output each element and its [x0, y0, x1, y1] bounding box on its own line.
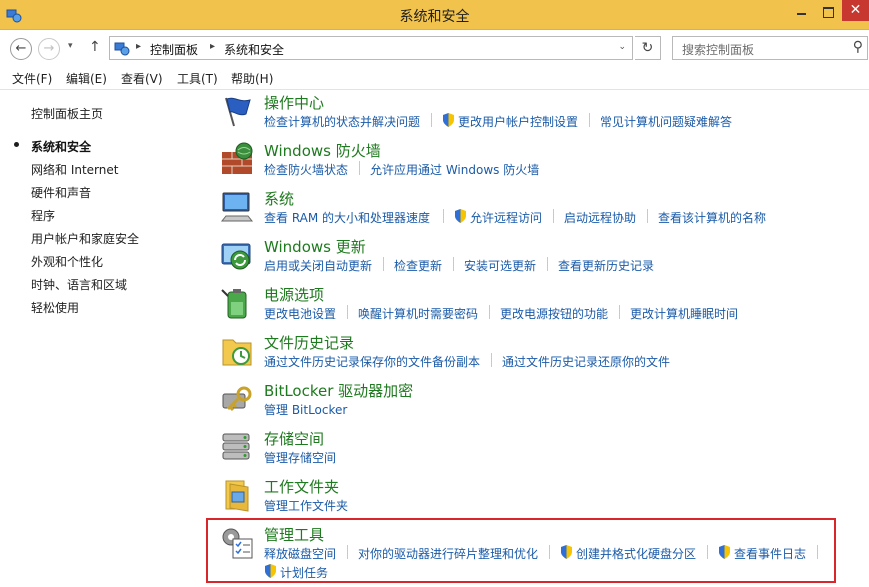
- windows-update-icon[interactable]: [220, 238, 254, 272]
- action-center-flag-icon[interactable]: [220, 94, 254, 128]
- sidebar-item-network[interactable]: 网络和 Internet: [31, 161, 118, 178]
- menu-help[interactable]: 帮助(H): [231, 70, 273, 87]
- sidebar-item-appearance[interactable]: 外观和个性化: [31, 253, 103, 270]
- link-view-ram[interactable]: 查看 RAM 的大小和处理器速度: [264, 209, 430, 226]
- control-panel-icon: [114, 42, 130, 56]
- link-change-uac[interactable]: 更改用户帐户控制设置: [458, 113, 578, 130]
- category-title-power[interactable]: 电源选项: [264, 284, 324, 305]
- forward-button[interactable]: →: [38, 38, 60, 60]
- link-separator: [383, 257, 384, 271]
- link-remote-assistance[interactable]: 启动远程协助: [564, 209, 636, 226]
- link-computer-name[interactable]: 查看该计算机的名称: [658, 209, 766, 226]
- link-troubleshoot[interactable]: 常见计算机问题疑难解答: [600, 113, 732, 130]
- link-backup-files[interactable]: 通过文件历史记录保存你的文件备份副本: [264, 353, 480, 370]
- breadcrumb-system-security[interactable]: 系统和安全: [224, 41, 284, 58]
- link-update-history[interactable]: 查看更新历史记录: [558, 257, 654, 274]
- uac-shield-icon: [455, 209, 466, 223]
- link-wake-password[interactable]: 唤醒计算机时需要密码: [358, 305, 478, 322]
- search-box[interactable]: 搜索控制面板 ⚲: [672, 36, 868, 60]
- link-check-firewall[interactable]: 检查防火墙状态: [264, 161, 348, 178]
- address-bar[interactable]: ▸ 控制面板 ▸ 系统和安全 ⌄: [109, 36, 633, 60]
- menu-view[interactable]: 查看(V): [121, 70, 163, 87]
- highlight-box-admin-tools: [206, 518, 836, 583]
- category-title-system[interactable]: 系统: [264, 188, 294, 209]
- link-allow-app-firewall[interactable]: 允许应用通过 Windows 防火墙: [370, 161, 539, 178]
- close-button[interactable]: ✕: [842, 0, 869, 21]
- sidebar-item-clock-region[interactable]: 时钟、语言和区域: [31, 276, 127, 293]
- sidebar-home[interactable]: 控制面板主页: [31, 105, 103, 122]
- navigation-bar: ← → ▾ ↑ ▸ 控制面板 ▸ 系统和安全 ⌄ ↻ 搜索控制面板 ⚲: [0, 30, 869, 66]
- link-battery-settings[interactable]: 更改电池设置: [264, 305, 336, 322]
- back-button[interactable]: ←: [10, 38, 32, 60]
- up-button[interactable]: ↑: [89, 39, 101, 55]
- sidebar-item-user-accounts[interactable]: 用户帐户和家庭安全: [31, 230, 139, 247]
- sidebar-item-hardware-sound[interactable]: 硬件和声音: [31, 184, 91, 201]
- link-manage-storage[interactable]: 管理存储空间: [264, 449, 336, 466]
- sidebar-item-programs[interactable]: 程序: [31, 207, 55, 224]
- link-separator: [359, 161, 360, 175]
- category-title-bitlocker[interactable]: BitLocker 驱动器加密: [264, 380, 413, 401]
- search-icon[interactable]: ⚲: [853, 39, 863, 55]
- category-title-work-folders[interactable]: 工作文件夹: [264, 476, 339, 497]
- category-title-action-center[interactable]: 操作中心: [264, 92, 324, 113]
- link-check-updates[interactable]: 检查更新: [394, 257, 442, 274]
- link-manage-bitlocker[interactable]: 管理 BitLocker: [264, 401, 347, 418]
- link-separator: [443, 209, 444, 223]
- link-sleep-time[interactable]: 更改计算机睡眠时间: [630, 305, 738, 322]
- link-separator: [489, 305, 490, 319]
- category-title-firewall[interactable]: Windows 防火墙: [264, 140, 381, 161]
- link-restore-files[interactable]: 通过文件历史记录还原你的文件: [502, 353, 670, 370]
- firewall-brick-icon[interactable]: [220, 142, 254, 176]
- link-power-button[interactable]: 更改电源按钮的功能: [500, 305, 608, 322]
- link-separator: [547, 257, 548, 271]
- link-separator: [553, 209, 554, 223]
- category-title-file-history[interactable]: 文件历史记录: [264, 332, 354, 353]
- bitlocker-key-icon[interactable]: [220, 382, 254, 416]
- maximize-button[interactable]: [818, 4, 838, 20]
- address-dropdown-icon[interactable]: ⌄: [618, 42, 626, 52]
- recent-locations-dropdown[interactable]: ▾: [68, 41, 73, 51]
- minimize-button[interactable]: [792, 4, 812, 20]
- link-separator: [347, 305, 348, 319]
- link-auto-update[interactable]: 启用或关闭自动更新: [264, 257, 372, 274]
- sidebar-item-ease-of-access[interactable]: 轻松使用: [31, 299, 79, 316]
- link-manage-work-folders[interactable]: 管理工作文件夹: [264, 497, 348, 514]
- window-title: 系统和安全: [399, 9, 470, 25]
- category-title-windows-update[interactable]: Windows 更新: [264, 236, 366, 257]
- link-allow-remote[interactable]: 允许远程访问: [470, 209, 542, 226]
- work-folders-icon[interactable]: [220, 478, 254, 512]
- link-separator: [589, 113, 590, 127]
- link-separator: [647, 209, 648, 223]
- menu-tools[interactable]: 工具(T): [177, 70, 218, 87]
- search-placeholder: 搜索控制面板: [682, 43, 755, 57]
- refresh-button[interactable]: ↻: [635, 36, 661, 60]
- power-battery-icon[interactable]: [220, 286, 254, 320]
- breadcrumb-separator: ▸: [210, 41, 216, 52]
- sidebar-item-system-security[interactable]: 系统和安全: [31, 138, 91, 155]
- breadcrumb-separator: ▸: [136, 41, 142, 52]
- storage-spaces-icon[interactable]: [220, 430, 254, 464]
- link-separator: [491, 353, 492, 367]
- file-history-icon[interactable]: [220, 334, 254, 368]
- title-bar: 系统和安全 ✕: [0, 0, 869, 30]
- breadcrumb-control-panel[interactable]: 控制面板: [150, 41, 198, 58]
- link-separator: [453, 257, 454, 271]
- link-check-status[interactable]: 检查计算机的状态并解决问题: [264, 113, 420, 130]
- link-separator: [619, 305, 620, 319]
- menu-file[interactable]: 文件(F): [12, 70, 52, 87]
- system-computer-icon[interactable]: [220, 190, 254, 224]
- link-separator: [431, 113, 432, 127]
- link-optional-updates[interactable]: 安装可选更新: [464, 257, 536, 274]
- uac-shield-icon: [443, 113, 454, 127]
- menu-edit[interactable]: 编辑(E): [66, 70, 107, 87]
- current-item-bullet: [14, 142, 19, 147]
- category-title-storage-spaces[interactable]: 存储空间: [264, 428, 324, 449]
- menu-bar: 文件(F) 编辑(E) 查看(V) 工具(T) 帮助(H): [0, 66, 869, 90]
